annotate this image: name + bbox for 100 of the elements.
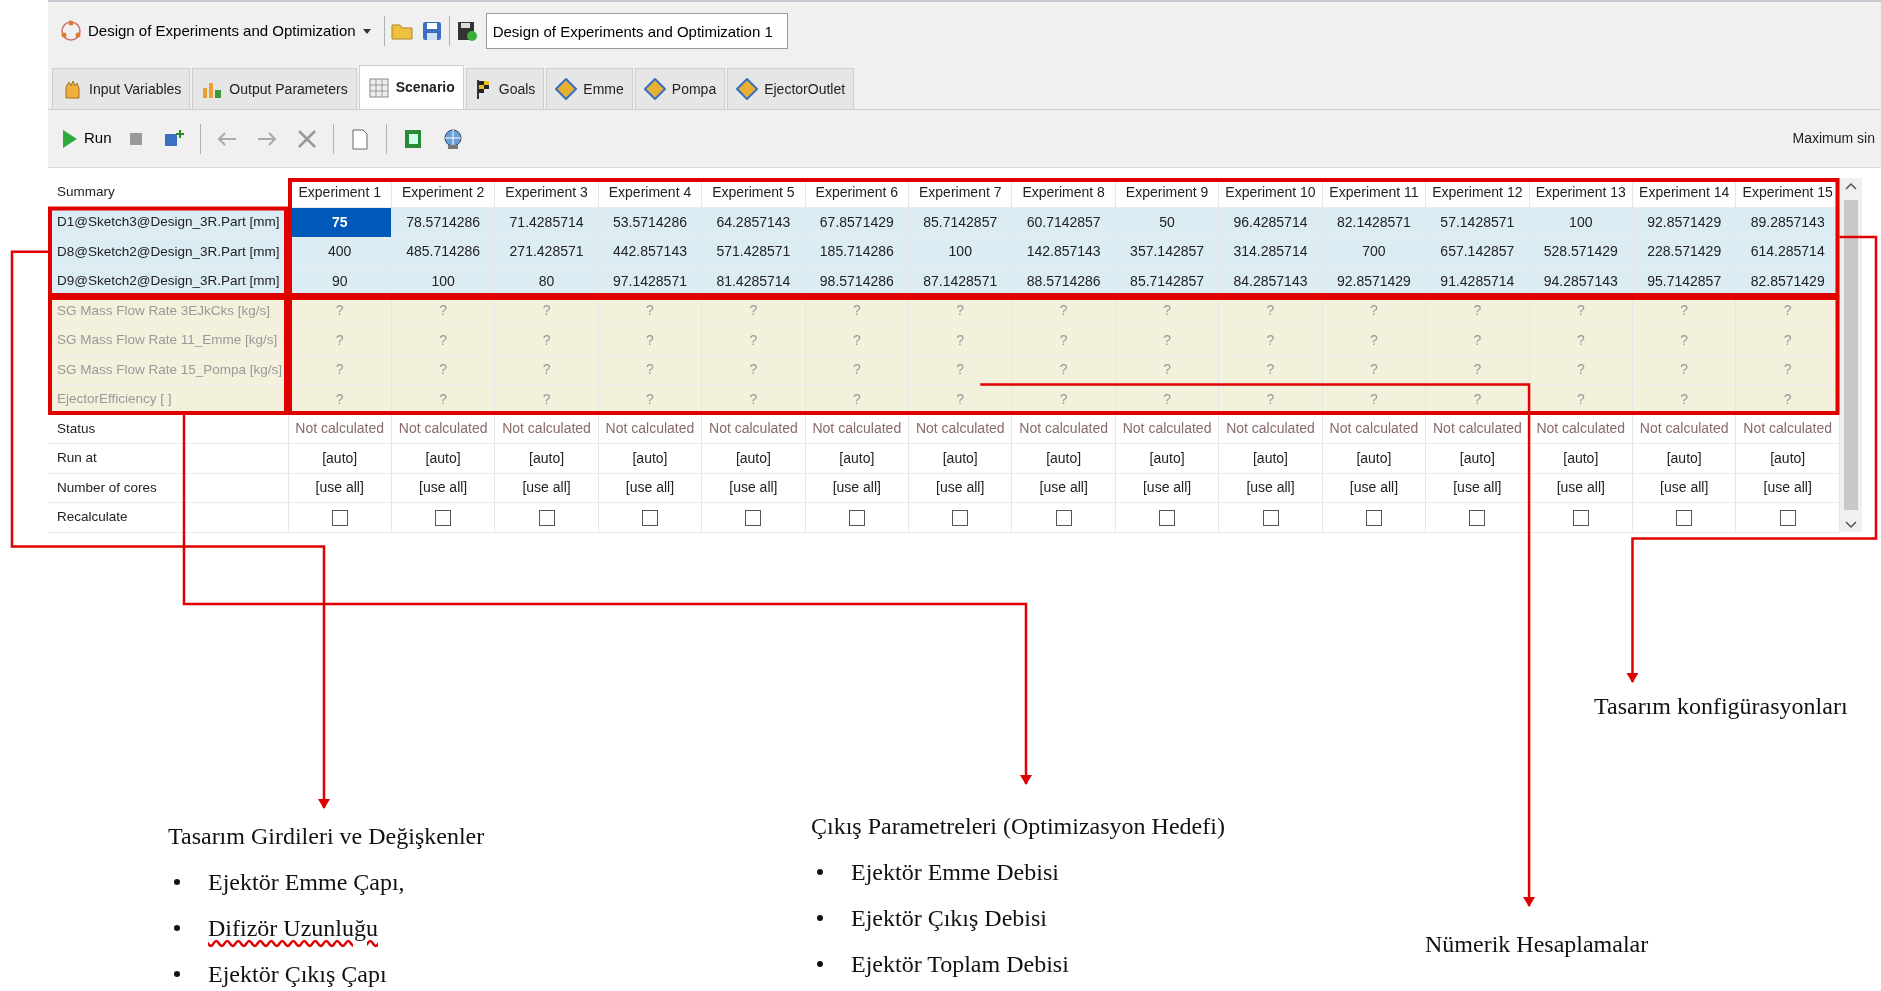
table-cell[interactable]: 85.7142857 xyxy=(908,207,1012,237)
table-cell[interactable]: 50 xyxy=(1115,207,1219,237)
table-cell: [use all] xyxy=(1115,473,1219,503)
table-cell[interactable]: 657.142857 xyxy=(1425,237,1530,267)
column-header[interactable]: Experiment 11 xyxy=(1322,178,1426,208)
annotation-title: Nümerik Hesaplamalar xyxy=(1425,930,1649,959)
checkbox[interactable] xyxy=(1469,510,1486,527)
table-cell[interactable]: 53.5714286 xyxy=(598,207,702,237)
table-cell[interactable]: 60.7142857 xyxy=(1011,207,1116,237)
floppy-icon[interactable] xyxy=(455,20,478,42)
table-cell[interactable]: 96.4285714 xyxy=(1218,207,1323,237)
table-cell: Not calculated xyxy=(494,414,599,444)
checkbox[interactable] xyxy=(745,510,762,527)
column-header[interactable]: Experiment 12 xyxy=(1425,178,1530,208)
column-header[interactable]: Experiment 4 xyxy=(598,178,702,208)
table-cell: [auto] xyxy=(908,443,1012,473)
table-cell[interactable]: 528.571429 xyxy=(1529,237,1633,267)
table-cell[interactable]: 100 xyxy=(908,237,1012,267)
diamond-icon xyxy=(736,78,759,100)
table-cell[interactable]: 64.2857143 xyxy=(701,207,806,237)
checkbox[interactable] xyxy=(1779,510,1796,527)
table-cell: Not calculated xyxy=(1322,414,1426,444)
table-cell: [use all] xyxy=(1218,473,1323,503)
tab[interactable]: Input Variables xyxy=(52,68,191,109)
table-cell[interactable]: 357.142857 xyxy=(1115,237,1219,267)
table-cell: ? xyxy=(1218,325,1323,355)
checkbox[interactable] xyxy=(848,510,865,527)
bullet-icon xyxy=(817,915,823,921)
column-header[interactable]: Experiment 5 xyxy=(701,178,806,208)
column-header[interactable]: Experiment 14 xyxy=(1632,178,1736,208)
table-cell: [auto] xyxy=(1322,443,1426,473)
table-cell[interactable]: 185.714286 xyxy=(805,237,909,267)
column-header[interactable]: Experiment 13 xyxy=(1529,178,1633,208)
save-icon[interactable] xyxy=(420,20,443,42)
column-header[interactable]: Experiment 15 xyxy=(1735,178,1840,208)
table-cell: Not calculated xyxy=(1425,414,1530,444)
scrollbar[interactable] xyxy=(1840,178,1862,532)
scroll-thumb[interactable] xyxy=(1844,200,1858,510)
table-cell: ? xyxy=(1115,325,1219,355)
table-cell[interactable]: 82.1428571 xyxy=(1322,207,1426,237)
tab[interactable]: EjectorOutlet xyxy=(727,68,855,109)
table-cell[interactable]: 700 xyxy=(1322,237,1426,267)
column-header[interactable]: Experiment 1 xyxy=(288,178,392,208)
checkbox[interactable] xyxy=(1676,510,1693,527)
table-cell: ? xyxy=(494,355,599,385)
table-cell: [auto] xyxy=(391,443,495,473)
table-cell[interactable]: 485.714286 xyxy=(391,237,495,267)
table-cell: Not calculated xyxy=(908,414,1012,444)
table-cell[interactable]: 67.8571429 xyxy=(805,207,909,237)
column-header: Summary xyxy=(48,178,288,208)
table-cell: ? xyxy=(494,325,599,355)
globe-icon[interactable] xyxy=(441,127,464,150)
table-cell[interactable]: 57.1428571 xyxy=(1425,207,1530,237)
table-cell: [use all] xyxy=(908,473,1012,503)
table-cell: ? xyxy=(391,325,495,355)
checkbox[interactable] xyxy=(331,510,348,527)
table-cell[interactable]: 228.571429 xyxy=(1632,237,1736,267)
table-cell: [use all] xyxy=(288,473,392,503)
checkbox[interactable] xyxy=(1365,510,1382,527)
name-field[interactable]: Design of Experiments and Optimization 1 xyxy=(485,13,788,49)
table-cell[interactable]: 71.4285714 xyxy=(494,207,599,237)
table-cell[interactable]: 92.8571429 xyxy=(1632,207,1736,237)
table-cell: ? xyxy=(701,325,806,355)
tab[interactable]: Emme xyxy=(546,68,633,109)
run-button[interactable]: Run xyxy=(54,123,118,154)
column-header[interactable]: Experiment 9 xyxy=(1115,178,1219,208)
table-cell: ? xyxy=(1425,325,1530,355)
column-header[interactable]: Experiment 3 xyxy=(494,178,599,208)
table-cell: [use all] xyxy=(805,473,909,503)
annotation-bullet: Difizör Uzunluğu xyxy=(208,914,378,943)
column-header[interactable]: Experiment 8 xyxy=(1011,178,1116,208)
table-cell: [use all] xyxy=(494,473,599,503)
checkbox[interactable] xyxy=(1159,510,1176,527)
checkbox[interactable] xyxy=(1262,510,1279,527)
table-cell[interactable]: 142.857143 xyxy=(1011,237,1116,267)
column-header[interactable]: Experiment 7 xyxy=(908,178,1012,208)
tab[interactable]: Scenario xyxy=(358,65,464,109)
column-header[interactable]: Experiment 2 xyxy=(391,178,495,208)
table-cell[interactable]: 442.857143 xyxy=(598,237,702,267)
table-cell[interactable]: 78.5714286 xyxy=(391,207,495,237)
tab[interactable]: Goals xyxy=(465,68,545,109)
table-cell: [use all] xyxy=(391,473,495,503)
study-dropdown[interactable]: Design of Experiments and Optimization xyxy=(54,15,378,47)
column-header[interactable]: Experiment 6 xyxy=(805,178,909,208)
table-cell[interactable]: 571.428571 xyxy=(701,237,806,267)
table-cell[interactable]: 271.428571 xyxy=(494,237,599,267)
checkbox[interactable] xyxy=(538,510,555,527)
row-label: Recalculate xyxy=(48,502,288,532)
tab[interactable]: Pompa xyxy=(634,68,726,109)
table-cell[interactable]: 100 xyxy=(1529,207,1633,237)
checkbox[interactable] xyxy=(1055,510,1072,527)
checkbox[interactable] xyxy=(1572,510,1589,527)
table-cell: [auto] xyxy=(288,443,392,473)
checkbox[interactable] xyxy=(641,510,658,527)
table-cell[interactable]: 314.285714 xyxy=(1218,237,1323,267)
checkbox[interactable] xyxy=(952,510,969,527)
tab[interactable]: Output Parameters xyxy=(192,68,357,109)
checkbox[interactable] xyxy=(435,510,452,527)
column-header[interactable]: Experiment 10 xyxy=(1218,178,1323,208)
table-cell: [auto] xyxy=(598,443,702,473)
